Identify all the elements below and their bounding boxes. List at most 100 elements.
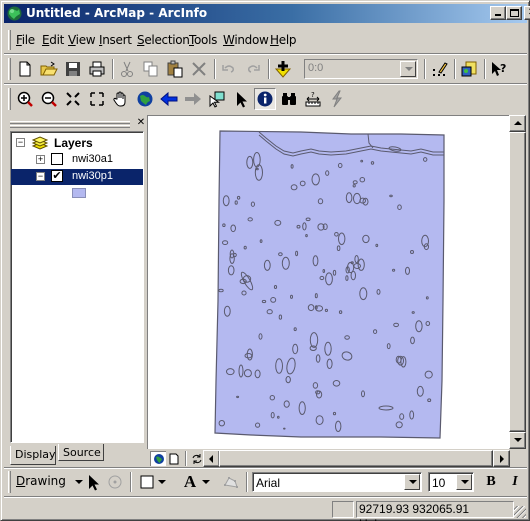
font-family-combo[interactable]: Arial — [252, 472, 422, 492]
print-button[interactable] — [86, 58, 108, 80]
fixed-zoom-out-button[interactable] — [86, 88, 108, 110]
toolbar-grip[interactable] — [8, 471, 11, 493]
layout-view-button[interactable] — [166, 451, 182, 466]
toolbar-grip[interactable] — [8, 88, 11, 110]
lightning-icon — [332, 90, 343, 108]
rectangle-dropdown[interactable] — [156, 471, 168, 493]
whats-this-button[interactable]: ? — [488, 58, 510, 80]
layer-symbol-swatch[interactable] — [72, 188, 86, 198]
select-elements-button[interactable] — [82, 471, 104, 493]
menubar-grip[interactable] — [8, 30, 11, 50]
measure-button[interactable]: ? — [302, 88, 324, 110]
redo-button[interactable] — [242, 58, 264, 80]
pan-button[interactable] — [110, 88, 132, 110]
tools-toolbar: ? — [4, 85, 354, 113]
horizontal-scroll-thumb[interactable] — [219, 450, 493, 467]
open-button[interactable] — [38, 58, 60, 80]
scale-dropdown-button[interactable] — [400, 61, 416, 77]
copy-button[interactable] — [140, 58, 162, 80]
cut-button[interactable] — [116, 58, 138, 80]
toc-grip-line — [10, 125, 130, 128]
add-data-button[interactable] — [272, 58, 294, 80]
delete-button[interactable] — [188, 58, 210, 80]
paste-button[interactable] — [164, 58, 186, 80]
dropdown-arrow-icon — [202, 480, 210, 484]
collapse-icon[interactable]: − — [16, 138, 25, 147]
minimize-button[interactable] — [490, 6, 506, 20]
menu-help[interactable]: Help — [270, 33, 296, 47]
undo-button[interactable] — [218, 58, 240, 80]
text-dropdown[interactable] — [200, 471, 212, 493]
vertical-scroll-thumb[interactable] — [509, 132, 526, 432]
forward-extent-button[interactable] — [182, 88, 204, 110]
menu-tools[interactable]: Tools — [189, 33, 217, 47]
italic-button[interactable]: I — [504, 471, 526, 493]
zoom-in-button[interactable] — [14, 88, 36, 110]
page-icon — [169, 453, 179, 464]
scroll-right-button[interactable] — [493, 450, 510, 467]
tree-item-layer[interactable]: + nwi30a1 — [11, 152, 141, 168]
layer-visibility-checkbox[interactable] — [51, 153, 63, 165]
tab-source[interactable]: Source — [58, 444, 104, 461]
new-document-button[interactable] — [14, 58, 36, 80]
new-rectangle-button[interactable] — [136, 471, 158, 493]
expand-icon[interactable]: + — [36, 155, 45, 164]
open-folder-icon — [40, 61, 58, 76]
svg-text:?: ? — [311, 91, 315, 99]
coordinate-readout: 92719.93 932065.91 Unknown — [356, 501, 514, 521]
collapse-icon[interactable]: − — [36, 172, 45, 181]
arccatalog-button[interactable] — [458, 58, 480, 80]
menu-file[interactable]: File — [16, 33, 35, 47]
menu-insert[interactable]: Insert — [99, 33, 132, 47]
toolbar-grip[interactable] — [8, 58, 11, 80]
font-size-combo[interactable]: 10 — [428, 472, 474, 492]
fixed-zoom-in-button[interactable] — [62, 88, 84, 110]
editor-toolbar-button[interactable] — [428, 58, 450, 80]
menu-window[interactable]: Window — [223, 33, 269, 47]
menu-selection[interactable]: Selection — [137, 33, 190, 47]
zoom-out-button[interactable] — [38, 88, 60, 110]
back-extent-button[interactable] — [158, 88, 180, 110]
find-button[interactable] — [278, 88, 300, 110]
drawing-menu-button[interactable]: Drawing — [16, 474, 83, 488]
scroll-left-button[interactable] — [203, 450, 220, 467]
hyperlink-button[interactable] — [326, 88, 348, 110]
scroll-up-button[interactable] — [509, 115, 526, 132]
tree-item-layer-selected[interactable]: − ✔ nwi30p1 — [11, 169, 143, 185]
tab-display[interactable]: Display — [10, 446, 56, 465]
rotate-button[interactable] — [104, 471, 126, 493]
select-elements-button[interactable] — [230, 88, 252, 110]
resize-grip[interactable] — [514, 506, 526, 518]
toolbar-separator — [246, 472, 248, 492]
close-button[interactable]: ✕ — [524, 6, 530, 20]
layer-visibility-checkbox[interactable]: ✔ — [51, 170, 63, 182]
font-dropdown-button[interactable] — [404, 474, 420, 490]
title-bar[interactable]: Untitled - ArcMap - ArcInfo ✕ — [4, 4, 530, 23]
full-extent-button[interactable] — [134, 88, 156, 110]
toc-title-bar[interactable] — [7, 119, 134, 129]
toc-close-button[interactable]: ✕ — [135, 117, 147, 129]
status-message-panel — [332, 501, 354, 518]
maximize-icon — [509, 9, 519, 17]
data-frame-label: Layers — [54, 136, 93, 150]
tree-item-layers[interactable]: − Layers — [11, 135, 141, 151]
edit-vertices-button[interactable] — [220, 471, 242, 493]
maximize-button[interactable] — [506, 6, 522, 20]
menu-view[interactable]: View — [68, 33, 96, 47]
new-text-button[interactable]: A — [179, 471, 201, 493]
menu-edit[interactable]: Edit — [42, 33, 64, 47]
map-layer-nwi30p1[interactable] — [148, 116, 509, 449]
map-scale-combo[interactable]: 0:0 — [304, 59, 418, 79]
measure-ruler-icon: ? — [305, 91, 321, 107]
data-view-button[interactable] — [150, 451, 166, 466]
select-features-button[interactable] — [206, 88, 228, 110]
bold-button[interactable]: B — [480, 471, 502, 493]
map-canvas[interactable] — [147, 115, 509, 449]
save-button[interactable] — [62, 58, 84, 80]
scroll-down-button[interactable] — [509, 432, 526, 449]
arrow-pointer-icon — [89, 475, 99, 491]
toc-grip-line — [10, 121, 130, 124]
font-size-dropdown-button[interactable] — [456, 474, 472, 490]
vertical-scrollbar[interactable] — [509, 115, 526, 449]
identify-button[interactable] — [254, 88, 276, 110]
